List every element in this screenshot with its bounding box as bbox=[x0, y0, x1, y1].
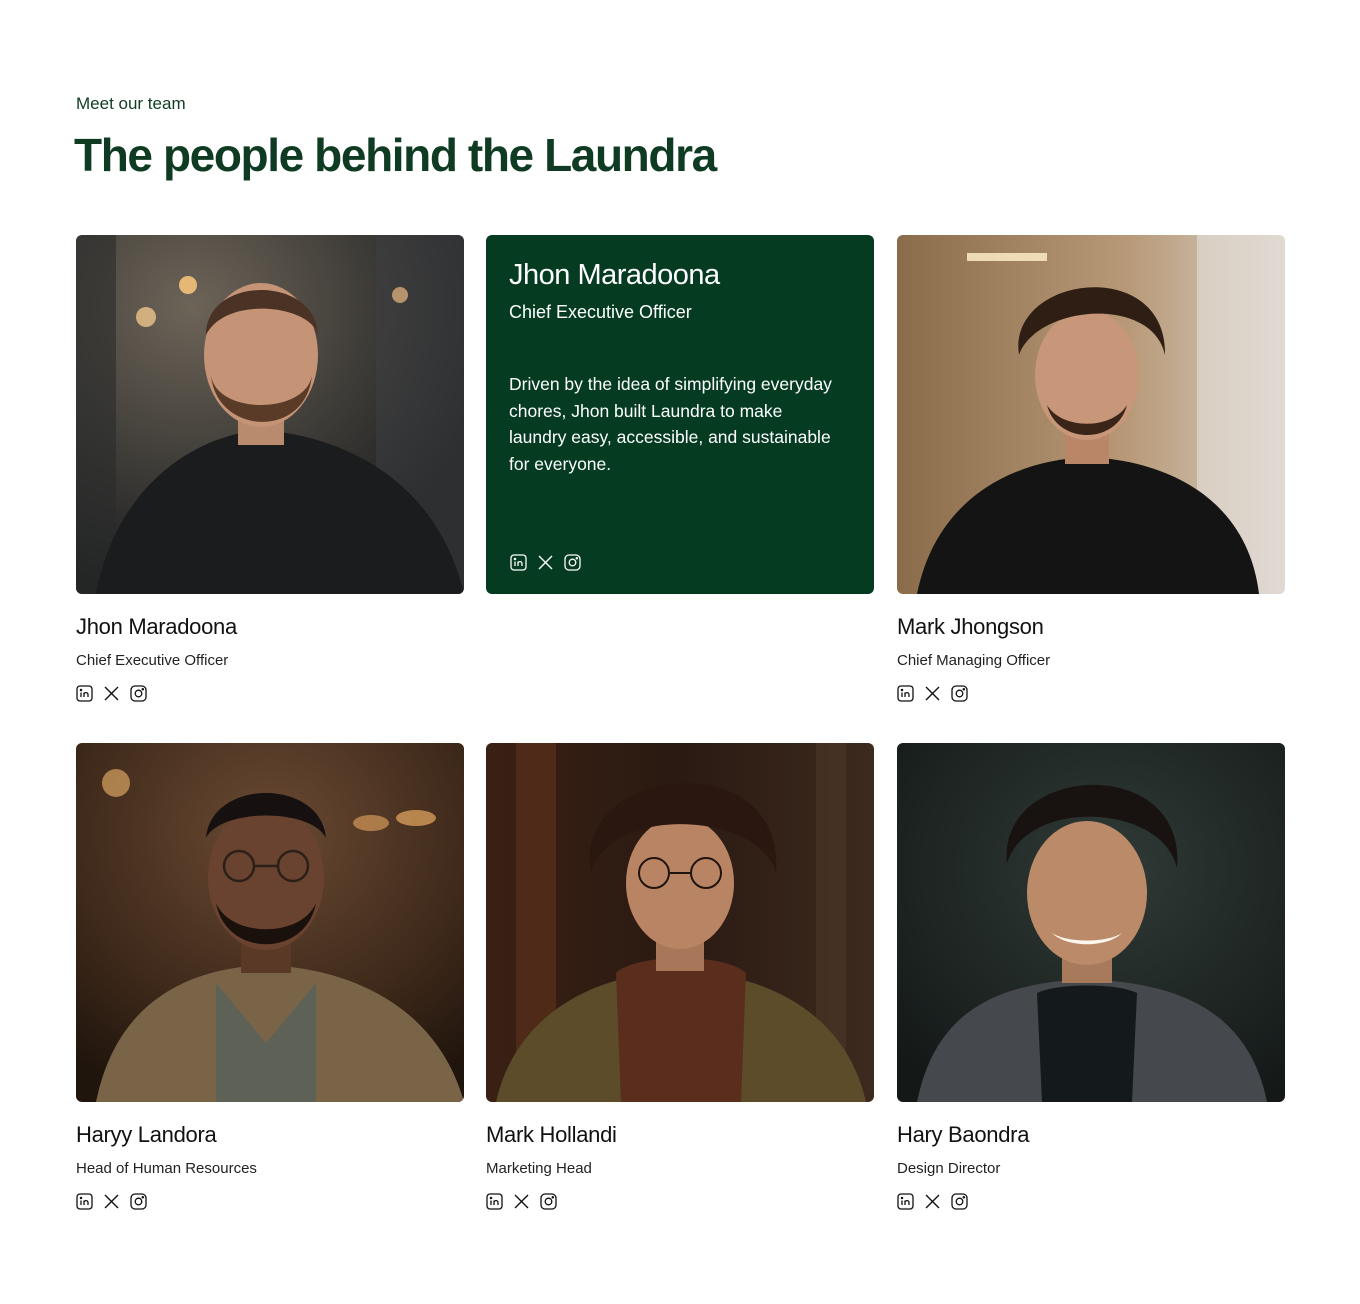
x-icon[interactable] bbox=[924, 1193, 941, 1210]
instagram-icon[interactable] bbox=[951, 685, 968, 702]
social-links bbox=[76, 685, 464, 702]
team-member-photo bbox=[76, 743, 464, 1102]
team-card[interactable]: Hary Baondra Design Director bbox=[897, 743, 1285, 1210]
team-member-name: Mark Jhongson bbox=[897, 614, 1044, 639]
x-icon[interactable] bbox=[103, 685, 120, 702]
team-card[interactable]: Haryy Landora Head of Human Resources bbox=[76, 743, 464, 1210]
team-card[interactable]: Mark Jhongson Chief Managing Officer bbox=[897, 235, 1285, 702]
linkedin-icon[interactable] bbox=[897, 685, 914, 702]
x-icon[interactable] bbox=[924, 685, 941, 702]
team-member-photo bbox=[897, 235, 1285, 594]
team-member-role: Design Director bbox=[897, 1160, 1001, 1177]
linkedin-icon[interactable] bbox=[897, 1193, 914, 1210]
team-member-role: Head of Human Resources bbox=[76, 1160, 257, 1177]
team-member-name: Haryy Landora bbox=[76, 1122, 217, 1147]
team-member-name: Jhon Maradoona bbox=[76, 614, 237, 639]
team-member-photo bbox=[486, 743, 874, 1102]
featured-social-links bbox=[510, 554, 581, 571]
social-links bbox=[76, 1193, 464, 1210]
x-icon[interactable] bbox=[513, 1193, 530, 1210]
team-member-role: Chief Managing Officer bbox=[897, 652, 1051, 669]
instagram-icon[interactable] bbox=[130, 685, 147, 702]
team-section-eyebrow: Meet our team bbox=[76, 94, 186, 113]
social-links bbox=[897, 1193, 1285, 1210]
linkedin-icon[interactable] bbox=[76, 685, 93, 702]
instagram-icon[interactable] bbox=[130, 1193, 147, 1210]
linkedin-icon[interactable] bbox=[76, 1193, 93, 1210]
team-member-photo bbox=[76, 235, 464, 594]
featured-name: Jhon Maradoona bbox=[509, 259, 720, 291]
featured-role: Chief Executive Officer bbox=[509, 302, 692, 322]
team-member-name: Hary Baondra bbox=[897, 1122, 1030, 1147]
x-icon[interactable] bbox=[103, 1193, 120, 1210]
social-links bbox=[486, 1193, 874, 1210]
social-links bbox=[897, 685, 1285, 702]
instagram-icon[interactable] bbox=[951, 1193, 968, 1210]
featured-bio-card: Jhon Maradoona Chief Executive Officer D… bbox=[486, 235, 874, 594]
team-member-name: Mark Hollandi bbox=[486, 1122, 617, 1147]
team-member-role: Marketing Head bbox=[486, 1160, 592, 1177]
team-section-title: The people behind the Laundra bbox=[74, 129, 717, 181]
team-member-photo bbox=[897, 743, 1285, 1102]
linkedin-icon[interactable] bbox=[510, 554, 527, 571]
team-card[interactable]: Mark Hollandi Marketing Head bbox=[486, 743, 874, 1210]
instagram-icon[interactable] bbox=[564, 554, 581, 571]
linkedin-icon[interactable] bbox=[486, 1193, 503, 1210]
x-icon[interactable] bbox=[537, 554, 554, 571]
team-card[interactable]: Jhon Maradoona Chief Executive Officer bbox=[76, 235, 464, 702]
team-member-role: Chief Executive Officer bbox=[76, 652, 229, 669]
featured-bio: Driven by the idea of simplifying everyd… bbox=[509, 374, 832, 474]
instagram-icon[interactable] bbox=[540, 1193, 557, 1210]
